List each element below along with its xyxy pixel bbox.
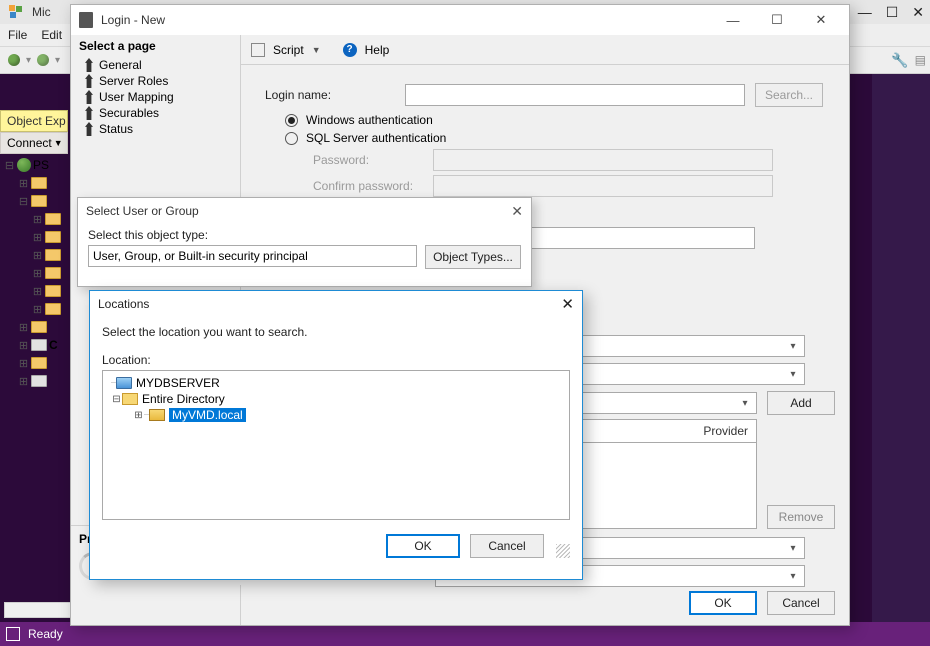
login-icon (79, 12, 93, 28)
tree-root[interactable]: PS (33, 158, 49, 172)
ssms-toolbar-right: 🔧 ▤ (891, 46, 926, 74)
pin-icon (85, 106, 93, 120)
sql-auth-radio[interactable]: SQL Server authentication (285, 131, 835, 145)
folder-icon (45, 285, 61, 297)
object-types-button[interactable]: Object Types... (425, 245, 521, 269)
domain-icon (149, 409, 165, 421)
tree-expand-icon[interactable]: ⊞ (133, 410, 144, 421)
windows-auth-radio[interactable]: Windows authentication (285, 113, 835, 127)
search-button[interactable]: Search... (755, 83, 823, 107)
login-titlebar[interactable]: Login - New — ☐ ✕ (71, 5, 849, 35)
chevron-down-icon: ▾ (784, 337, 802, 355)
database-icon (17, 158, 31, 172)
chevron-down-icon: ▾ (784, 539, 802, 557)
folder-icon (31, 375, 47, 387)
page-user-mapping[interactable]: User Mapping (71, 89, 240, 105)
select-user-close-icon[interactable]: ✕ (511, 203, 523, 220)
locations-message: Select the location you want to search. (102, 325, 570, 339)
tree-node-directory[interactable]: Entire Directory (142, 392, 225, 406)
chevron-down-icon: ▾ (784, 567, 802, 585)
folder-icon (45, 267, 61, 279)
status-icon (6, 627, 20, 641)
menu-edit[interactable]: Edit (41, 28, 62, 42)
script-icon[interactable] (251, 43, 265, 57)
select-user-title: Select User or Group (86, 204, 199, 218)
help-icon[interactable]: ? (343, 43, 357, 57)
connect-button[interactable]: Connect▼ (0, 132, 68, 154)
folder-icon (45, 213, 61, 225)
pin-icon (85, 122, 93, 136)
directory-icon (122, 393, 138, 405)
confirm-password-input (433, 175, 773, 197)
folder-icon (45, 231, 61, 243)
nav-fwd-icon[interactable] (37, 54, 49, 66)
folder-icon (31, 339, 47, 351)
ssms-minimize-icon[interactable]: — (858, 4, 872, 20)
login-toolbar: Script ▼ ? Help (241, 35, 849, 65)
pin-icon (85, 74, 93, 88)
computer-icon (116, 377, 132, 389)
chevron-down-icon: ▾ (736, 394, 754, 412)
resize-grip-icon[interactable] (556, 544, 570, 558)
folder-icon (31, 357, 47, 369)
page-securables[interactable]: Securables (71, 105, 240, 121)
select-page-header: Select a page (71, 35, 240, 57)
script-button[interactable]: Script (273, 43, 304, 57)
ssms-maximize-icon[interactable]: ☐ (886, 4, 899, 21)
menu-file[interactable]: File (8, 28, 27, 42)
script-dropdown-icon[interactable]: ▼ (312, 45, 321, 55)
page-status[interactable]: Status (71, 121, 240, 137)
nav-back-icon[interactable] (8, 54, 20, 66)
page-server-roles[interactable]: Server Roles (71, 73, 240, 89)
pin-icon (85, 90, 93, 104)
login-ok-button[interactable]: OK (689, 591, 757, 615)
login-name-input[interactable] (405, 84, 745, 106)
login-maximize-icon[interactable]: ☐ (755, 6, 799, 34)
folder-icon (31, 321, 47, 333)
select-user-dialog: Select User or Group ✕ Select this objec… (77, 197, 532, 287)
page-general[interactable]: General (71, 57, 240, 73)
pin-icon (85, 58, 93, 72)
ssms-app-icon (6, 2, 26, 22)
login-title: Login - New (101, 13, 165, 27)
tree-node-server[interactable]: MYDBSERVER (136, 376, 220, 390)
object-explorer-header[interactable]: Object Exp (0, 110, 68, 132)
ssms-title-text: Mic (32, 5, 51, 19)
login-minimize-icon[interactable]: — (711, 6, 755, 34)
location-label: Location: (102, 353, 570, 367)
tree-collapse-icon[interactable]: ⊟ (111, 394, 122, 405)
chevron-down-icon: ▾ (784, 365, 802, 383)
select-user-titlebar[interactable]: Select User or Group ✕ (78, 198, 531, 224)
tool-wrench-icon[interactable]: 🔧 (891, 52, 908, 69)
tree-node-domain[interactable]: MyVMD.local (169, 408, 246, 422)
locations-close-icon[interactable]: ✕ (561, 295, 574, 313)
locations-titlebar[interactable]: Locations ✕ (90, 291, 582, 317)
locations-title: Locations (98, 297, 149, 311)
tool-divider: ▤ (915, 53, 926, 67)
status-text: Ready (28, 627, 63, 641)
locations-dialog: Locations ✕ Select the location you want… (89, 290, 583, 580)
folder-icon (31, 195, 47, 207)
login-cancel-button[interactable]: Cancel (767, 591, 835, 615)
object-type-input[interactable] (88, 245, 417, 267)
confirm-password-label: Confirm password: (313, 179, 423, 193)
locations-cancel-button[interactable]: Cancel (470, 534, 544, 558)
ssms-close-icon[interactable]: ✕ (912, 4, 924, 21)
password-label: Password: (313, 153, 423, 167)
login-close-icon[interactable]: ✕ (799, 6, 843, 34)
password-input (433, 149, 773, 171)
locations-ok-button[interactable]: OK (386, 534, 460, 558)
object-type-label: Select this object type: (88, 228, 521, 242)
remove-button[interactable]: Remove (767, 505, 835, 529)
add-button[interactable]: Add (767, 391, 835, 415)
background-panel (872, 74, 930, 622)
folder-icon (31, 177, 47, 189)
help-button[interactable]: Help (365, 43, 390, 57)
location-tree[interactable]: ┄ MYDBSERVER ⊟ Entire Directory ⊞ ┄ MyVM… (102, 370, 570, 520)
folder-icon (45, 303, 61, 315)
folder-icon (45, 249, 61, 261)
login-name-label: Login name: (265, 88, 395, 102)
